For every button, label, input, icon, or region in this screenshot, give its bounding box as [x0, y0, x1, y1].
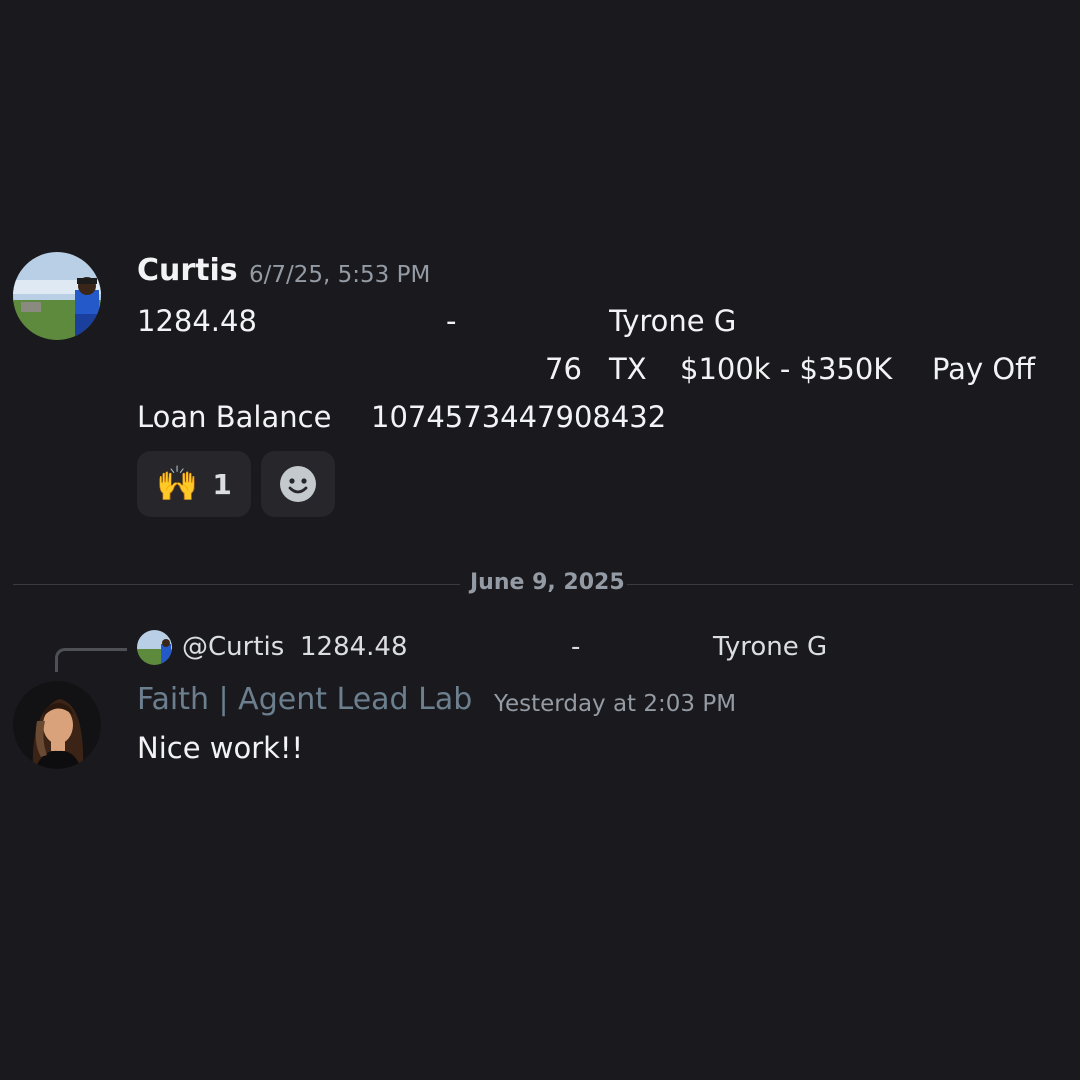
message-timestamp: 6/7/25, 5:53 PM	[249, 262, 431, 288]
message-amount: 1284.48	[137, 304, 257, 338]
message-lead-name: Tyrone G	[609, 304, 737, 338]
message-range: $100k - $350K	[680, 352, 893, 386]
message-age: 76	[545, 352, 582, 386]
curtis-avatar[interactable]	[13, 252, 101, 340]
faith-avatar[interactable]	[13, 681, 101, 769]
message-loan-label: Loan Balance	[137, 400, 332, 434]
raised-hands-icon: 🙌	[156, 464, 199, 504]
smiley-face-icon	[280, 466, 316, 502]
date-divider-right	[627, 584, 1073, 585]
chat-screen: Curtis 6/7/25, 5:53 PM 1284.48 - Tyrone …	[0, 0, 1080, 1080]
reply-curtis-avatar	[137, 630, 172, 665]
message-type: Pay Off	[932, 352, 1036, 386]
reaction-raised-hands[interactable]: 🙌 1	[137, 451, 251, 517]
message-author[interactable]: Faith | Agent Lead Lab	[137, 682, 472, 717]
reaction-count: 1	[212, 467, 232, 501]
message-author[interactable]: Curtis	[137, 253, 238, 288]
reply-mention[interactable]: @Curtis	[182, 632, 284, 662]
message-loan-value: 1074573447908432	[371, 400, 667, 434]
reply-dash: -	[571, 632, 581, 662]
date-divider-left	[13, 584, 460, 585]
add-reaction-button[interactable]	[261, 451, 335, 517]
message-body: Nice work!!	[137, 731, 304, 765]
reply-connector	[55, 648, 127, 672]
date-divider-label: June 9, 2025	[470, 570, 625, 595]
message-timestamp: Yesterday at 2:03 PM	[494, 691, 737, 717]
message-dash: -	[446, 304, 457, 338]
reply-amount: 1284.48	[300, 632, 408, 662]
reply-lead-name: Tyrone G	[713, 632, 828, 662]
message-state: TX	[609, 352, 647, 386]
